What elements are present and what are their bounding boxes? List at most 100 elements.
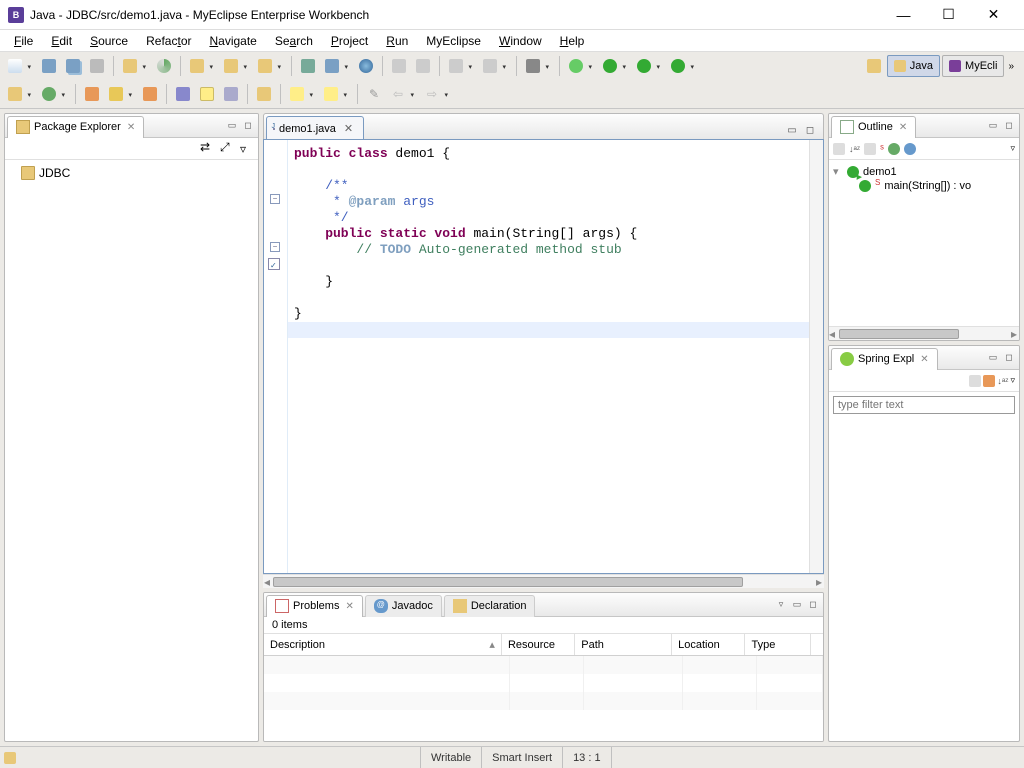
collapse-all-icon[interactable]: ⇄ bbox=[200, 140, 218, 158]
hide-fields-icon[interactable] bbox=[864, 143, 876, 155]
view-minimize-button[interactable]: ▭ bbox=[985, 350, 1001, 366]
close-icon[interactable]: ✕ bbox=[127, 122, 135, 133]
save-button[interactable] bbox=[38, 55, 60, 77]
browser-icon[interactable] bbox=[355, 55, 377, 77]
outline-horizontal-scrollbar[interactable]: ◂▸ bbox=[829, 326, 1019, 340]
menu-navigate[interactable]: Navigate bbox=[201, 32, 264, 50]
view-maximize-button[interactable]: ◻ bbox=[805, 597, 821, 613]
save-all-button[interactable] bbox=[62, 55, 84, 77]
new-class-button[interactable] bbox=[254, 55, 276, 77]
menu-search[interactable]: Search bbox=[267, 32, 321, 50]
sort-az-icon[interactable]: ↓ᵃᶻ bbox=[997, 376, 1008, 386]
menu-window[interactable]: Window bbox=[491, 32, 550, 50]
view-menu-icon[interactable]: ▿ bbox=[1010, 143, 1015, 154]
hide-local-icon[interactable] bbox=[904, 143, 916, 155]
menu-run[interactable]: Run bbox=[378, 32, 416, 50]
highlight-icon[interactable] bbox=[196, 83, 218, 105]
overview-ruler[interactable] bbox=[809, 140, 823, 573]
open-perspective-button[interactable] bbox=[863, 55, 885, 77]
toggle-mark-icon[interactable] bbox=[172, 83, 194, 105]
debug-button[interactable] bbox=[565, 55, 587, 77]
new-button[interactable] bbox=[4, 55, 26, 77]
editor-tab-demo1[interactable]: J demo1.java ✕ bbox=[266, 116, 364, 140]
close-icon[interactable]: ✕ bbox=[345, 601, 353, 612]
editor-maximize-button[interactable]: ◻ bbox=[801, 121, 819, 139]
tab-spring-explorer[interactable]: Spring Expl ✕ bbox=[831, 348, 938, 370]
window-close-button[interactable]: ✕ bbox=[971, 1, 1016, 29]
editor-horizontal-scrollbar[interactable]: ◂▸ bbox=[263, 574, 824, 588]
hide-nonpublic-icon[interactable] bbox=[888, 143, 900, 155]
menu-file[interactable]: File bbox=[6, 32, 41, 50]
window-maximize-button[interactable]: ☐ bbox=[926, 1, 971, 29]
bookmark-icon[interactable] bbox=[253, 83, 275, 105]
forward-button[interactable]: ⇨ bbox=[421, 83, 443, 105]
view-minimize-button[interactable]: ▭ bbox=[789, 597, 805, 613]
view-minimize-button[interactable]: ▭ bbox=[985, 118, 1001, 134]
view-menu-icon[interactable]: ▿ bbox=[240, 142, 254, 156]
outline-method-main[interactable]: S main(String[]) : vo bbox=[833, 179, 1015, 193]
tool-c-icon[interactable] bbox=[445, 55, 467, 77]
last-edit-icon[interactable]: ✎ bbox=[363, 83, 385, 105]
collapse-all-icon[interactable] bbox=[969, 375, 981, 387]
editor-gutter[interactable]: − − ✓ bbox=[264, 140, 288, 573]
project-jdbc[interactable]: JDBC bbox=[11, 164, 252, 182]
build-button[interactable] bbox=[38, 83, 60, 105]
server-button[interactable] bbox=[321, 55, 343, 77]
view-menu-icon[interactable]: ▿ bbox=[773, 597, 789, 613]
status-icon[interactable] bbox=[0, 752, 20, 764]
menu-project[interactable]: Project bbox=[323, 32, 376, 50]
link-editor-icon[interactable] bbox=[983, 375, 995, 387]
perspective-myeclipse[interactable]: MyEcli bbox=[942, 55, 1004, 77]
menu-help[interactable]: Help bbox=[552, 32, 593, 50]
link-editor-icon[interactable]: ⤢ bbox=[220, 140, 238, 158]
tab-outline[interactable]: Outline ✕ bbox=[831, 116, 916, 138]
task-marker-icon[interactable]: ✓ bbox=[268, 258, 280, 270]
annotation-prev-button[interactable] bbox=[286, 83, 308, 105]
code-editor[interactable]: − − ✓ public class demo1 { /** * @param … bbox=[263, 139, 824, 574]
external-tools-button[interactable] bbox=[667, 55, 689, 77]
new-project-button[interactable] bbox=[4, 83, 26, 105]
link-icon[interactable] bbox=[139, 83, 161, 105]
spring-filter-input[interactable] bbox=[833, 396, 1015, 414]
fold-toggle-icon[interactable]: − bbox=[270, 194, 280, 204]
view-maximize-button[interactable]: ◻ bbox=[1001, 118, 1017, 134]
col-type[interactable]: Type bbox=[745, 634, 811, 655]
tab-declaration[interactable]: Declaration bbox=[444, 595, 536, 617]
tab-problems[interactable]: Problems ✕ bbox=[266, 595, 363, 617]
refresh-icon[interactable] bbox=[153, 55, 175, 77]
outline-class[interactable]: ▾ ▶ demo1 bbox=[833, 164, 1015, 179]
tool-a-icon[interactable] bbox=[388, 55, 410, 77]
run-button[interactable] bbox=[599, 55, 621, 77]
view-maximize-button[interactable]: ◻ bbox=[1001, 350, 1017, 366]
menu-edit[interactable]: Edit bbox=[43, 32, 80, 50]
close-icon[interactable]: ✕ bbox=[920, 354, 928, 365]
back-button[interactable]: ⇦ bbox=[387, 83, 409, 105]
search-button[interactable] bbox=[105, 83, 127, 105]
col-location[interactable]: Location bbox=[672, 634, 745, 655]
menu-refactor[interactable]: Refactor bbox=[138, 32, 199, 50]
sort-az-icon[interactable]: ↓ᵃᶻ bbox=[849, 144, 860, 154]
col-path[interactable]: Path bbox=[575, 634, 672, 655]
view-minimize-button[interactable]: ▭ bbox=[224, 118, 240, 134]
view-menu-icon[interactable]: ▿ bbox=[1010, 375, 1015, 386]
window-minimize-button[interactable]: — bbox=[881, 1, 926, 29]
new-package-button[interactable] bbox=[220, 55, 242, 77]
annotation-next-button[interactable] bbox=[320, 83, 342, 105]
tab-package-explorer[interactable]: Package Explorer ✕ bbox=[7, 116, 144, 138]
view-maximize-button[interactable]: ◻ bbox=[240, 118, 256, 134]
fold-toggle-icon[interactable]: − bbox=[270, 242, 280, 252]
open-type-button[interactable] bbox=[186, 55, 208, 77]
sort-icon[interactable] bbox=[833, 143, 845, 155]
editor-minimize-button[interactable]: ▭ bbox=[783, 121, 801, 139]
new-wizard-button[interactable] bbox=[119, 55, 141, 77]
col-description[interactable]: Description▴ bbox=[264, 634, 502, 655]
editor-tab-close-icon[interactable]: ✕ bbox=[344, 122, 353, 135]
perspective-java[interactable]: Java bbox=[887, 55, 940, 77]
print-button[interactable] bbox=[86, 55, 108, 77]
menu-myeclipse[interactable]: MyEclipse bbox=[418, 32, 489, 50]
run-last-button[interactable] bbox=[633, 55, 655, 77]
format-icon[interactable] bbox=[220, 83, 242, 105]
open-task-button[interactable] bbox=[81, 83, 103, 105]
hide-static-icon[interactable]: ˢ bbox=[880, 143, 884, 155]
tool-b-icon[interactable] bbox=[412, 55, 434, 77]
